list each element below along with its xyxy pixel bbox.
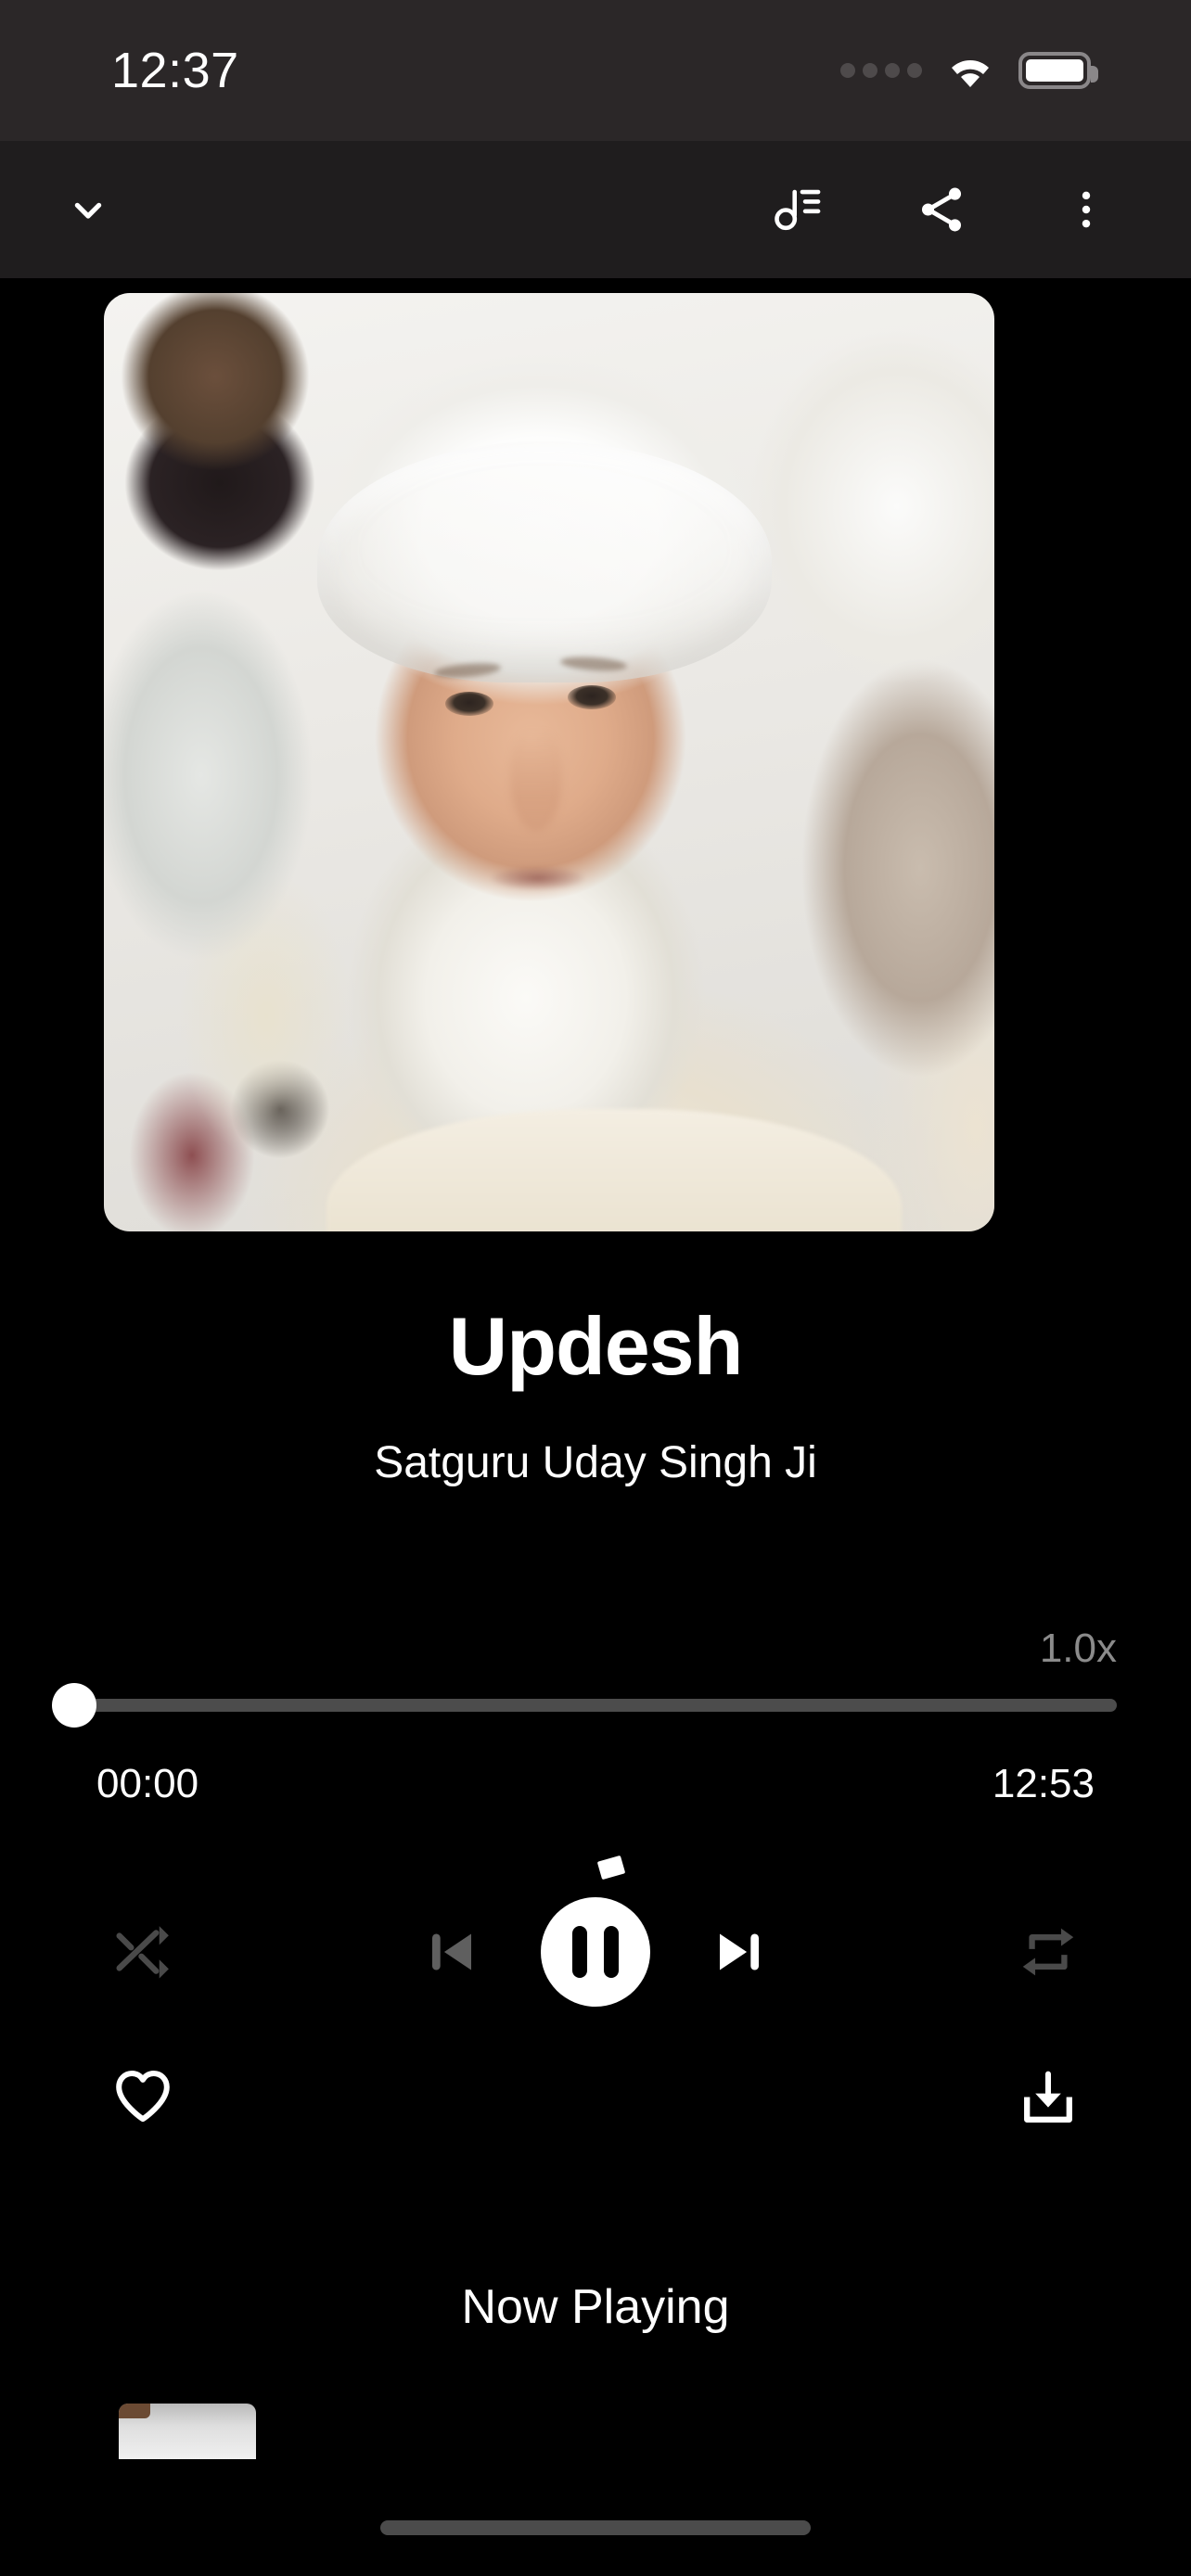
battery-full-icon — [1018, 52, 1098, 89]
queue-music-icon — [775, 189, 821, 231]
track-artist: Satguru Uday Singh Ji — [374, 1438, 817, 1487]
main-transport-group — [407, 1897, 784, 2007]
pause-icon — [572, 1926, 587, 1978]
now-playing-heading: Now Playing — [461, 2280, 730, 2334]
skip-previous-icon — [432, 1933, 471, 1970]
next-track-button[interactable] — [695, 1907, 784, 1996]
collapse-player-button[interactable] — [54, 175, 122, 244]
status-bar: 12:37 — [0, 0, 1191, 141]
shuffle-icon — [116, 1926, 169, 1979]
heart-outline-icon — [116, 2071, 170, 2123]
queue-thumbnail-detail — [119, 2404, 150, 2418]
track-title: Updesh — [448, 1300, 744, 1392]
time-row: 00:00 12:53 — [0, 1764, 1191, 1804]
download-button[interactable] — [1009, 2057, 1087, 2135]
pause-icon-bar-2 — [604, 1926, 619, 1978]
wifi-icon — [946, 52, 994, 89]
more-vertical-icon — [1082, 191, 1091, 228]
queue-item-thumbnail[interactable] — [119, 2404, 256, 2459]
album-artwork-image — [104, 293, 994, 1231]
queue-button[interactable] — [762, 175, 831, 244]
download-icon — [1024, 2071, 1072, 2123]
share-button[interactable] — [907, 175, 976, 244]
player-toolbar — [0, 141, 1191, 278]
favorite-button[interactable] — [104, 2057, 182, 2135]
repeat-icon — [1022, 1928, 1074, 1976]
share-icon — [921, 187, 962, 232]
home-indicator[interactable] — [380, 2520, 811, 2535]
seek-bar-track[interactable] — [74, 1699, 1117, 1712]
status-bar-clock: 12:37 — [111, 43, 239, 98]
album-artwork[interactable] — [104, 293, 994, 1231]
status-bar-indicators — [840, 52, 1098, 89]
skip-next-icon — [720, 1933, 759, 1970]
total-duration: 12:53 — [992, 1761, 1095, 1806]
now-playing-screen: 12:37 Updesh Satguru Uday Singh Ji 1.0x … — [0, 0, 1191, 2576]
secondary-actions — [0, 2049, 1191, 2142]
repeat-button[interactable] — [1009, 1913, 1087, 1991]
transport-controls — [0, 1882, 1191, 2021]
more-options-button[interactable] — [1052, 175, 1121, 244]
seek-bar-thumb[interactable] — [52, 1683, 96, 1728]
elapsed-time: 00:00 — [96, 1761, 199, 1806]
play-button-ripple-mark — [596, 1855, 626, 1881]
pause-button[interactable] — [541, 1897, 650, 2007]
playback-speed-label[interactable]: 1.0x — [1040, 1628, 1117, 1669]
seek-bar-area[interactable]: 1.0x — [0, 1628, 1191, 1741]
chevron-down-icon — [74, 202, 102, 219]
shuffle-button[interactable] — [104, 1913, 182, 1991]
signal-dots-icon — [840, 63, 922, 78]
previous-track-button[interactable] — [407, 1907, 496, 1996]
